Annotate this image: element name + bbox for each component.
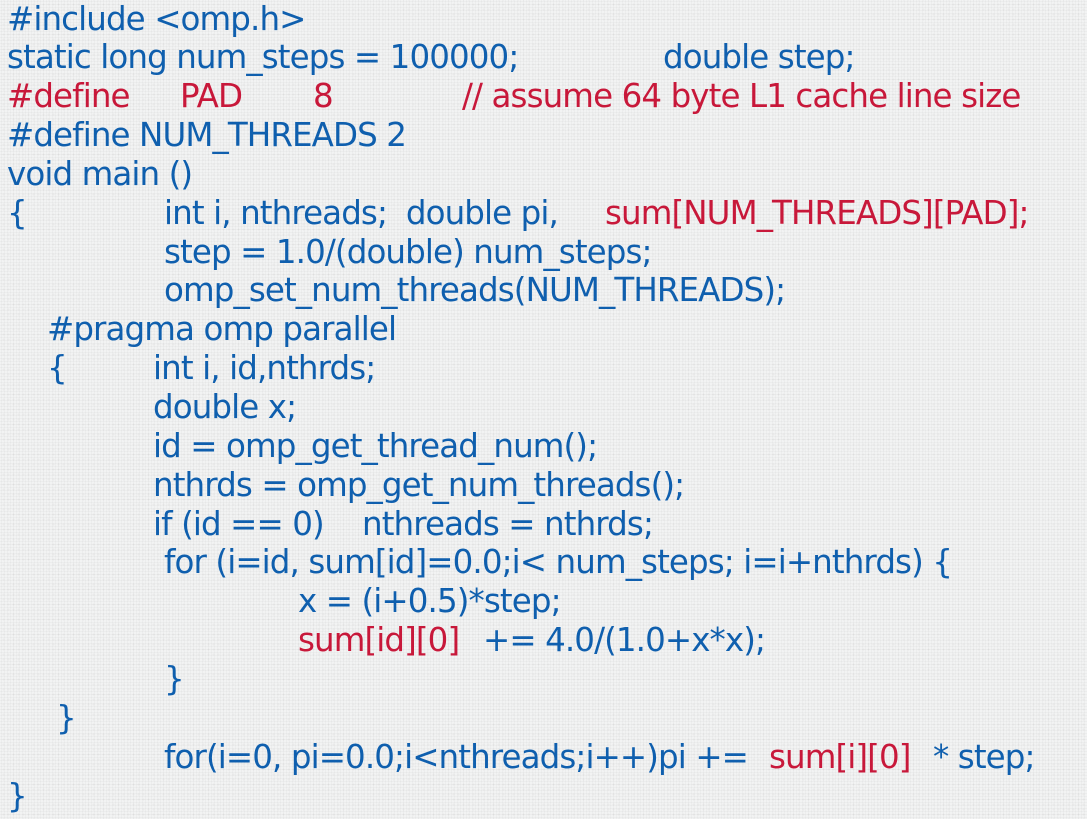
code-line-declarations: int i, nthreads; double pi, bbox=[164, 194, 559, 232]
code-line-main: void main () bbox=[7, 155, 193, 193]
code-line-final-loop: for(i=0, pi=0.0;i<nthreads;i++)pi += bbox=[164, 738, 749, 776]
code-line-times-step: * step; bbox=[933, 738, 1035, 776]
code-line-step-assign: step = 1.0/(double) num_steps; bbox=[164, 233, 652, 271]
code-define-keyword: #define bbox=[7, 77, 131, 115]
code-main-close-brace: } bbox=[7, 777, 28, 815]
code-line-double-x: double x; bbox=[153, 388, 297, 426]
code-define-pad-name: PAD bbox=[180, 77, 243, 115]
code-define-pad-value: 8 bbox=[313, 77, 334, 115]
code-line-pragma: #pragma omp parallel bbox=[47, 310, 397, 348]
code-line-for-loop: for (i=id, sum[id]=0.0;i< num_steps; i=i… bbox=[164, 543, 953, 581]
code-line-local-decl: int i, id,nthrds; bbox=[153, 349, 376, 387]
code-final-sum-element: sum[i][0] bbox=[769, 738, 911, 776]
code-line-get-thread-num: id = omp_get_thread_num(); bbox=[153, 427, 598, 465]
code-sum-element: sum[id][0] bbox=[298, 621, 460, 659]
code-line-x-assign: x = (i+0.5)*step; bbox=[298, 582, 562, 620]
code-line-nthreads-assign: nthreads = nthrds; bbox=[362, 505, 654, 543]
code-line-step-decl: double step; bbox=[663, 38, 855, 76]
code-parallel-close-brace: } bbox=[56, 699, 77, 737]
code-for-close-brace: } bbox=[164, 660, 185, 698]
code-listing: #include <omp.h> static long num_steps =… bbox=[0, 0, 1087, 819]
code-define-pad-comment: // assume 64 byte L1 cache line size bbox=[462, 77, 1021, 115]
code-parallel-open-brace: { bbox=[47, 349, 68, 387]
code-line-sum-accumulate: += 4.0/(1.0+x*x); bbox=[483, 621, 766, 659]
code-sum-array-decl: sum[NUM_THREADS][PAD]; bbox=[605, 194, 1029, 232]
code-line-if-id: if (id == 0) bbox=[153, 505, 325, 543]
code-line-get-num-threads: nthrds = omp_get_num_threads(); bbox=[153, 466, 685, 504]
code-line-define-threads: #define NUM_THREADS 2 bbox=[7, 116, 407, 154]
code-line-include: #include <omp.h> bbox=[7, 0, 306, 38]
code-main-open-brace: { bbox=[7, 194, 28, 232]
code-line-set-threads: omp_set_num_threads(NUM_THREADS); bbox=[164, 271, 786, 309]
code-line-num-steps: static long num_steps = 100000; bbox=[7, 38, 519, 76]
